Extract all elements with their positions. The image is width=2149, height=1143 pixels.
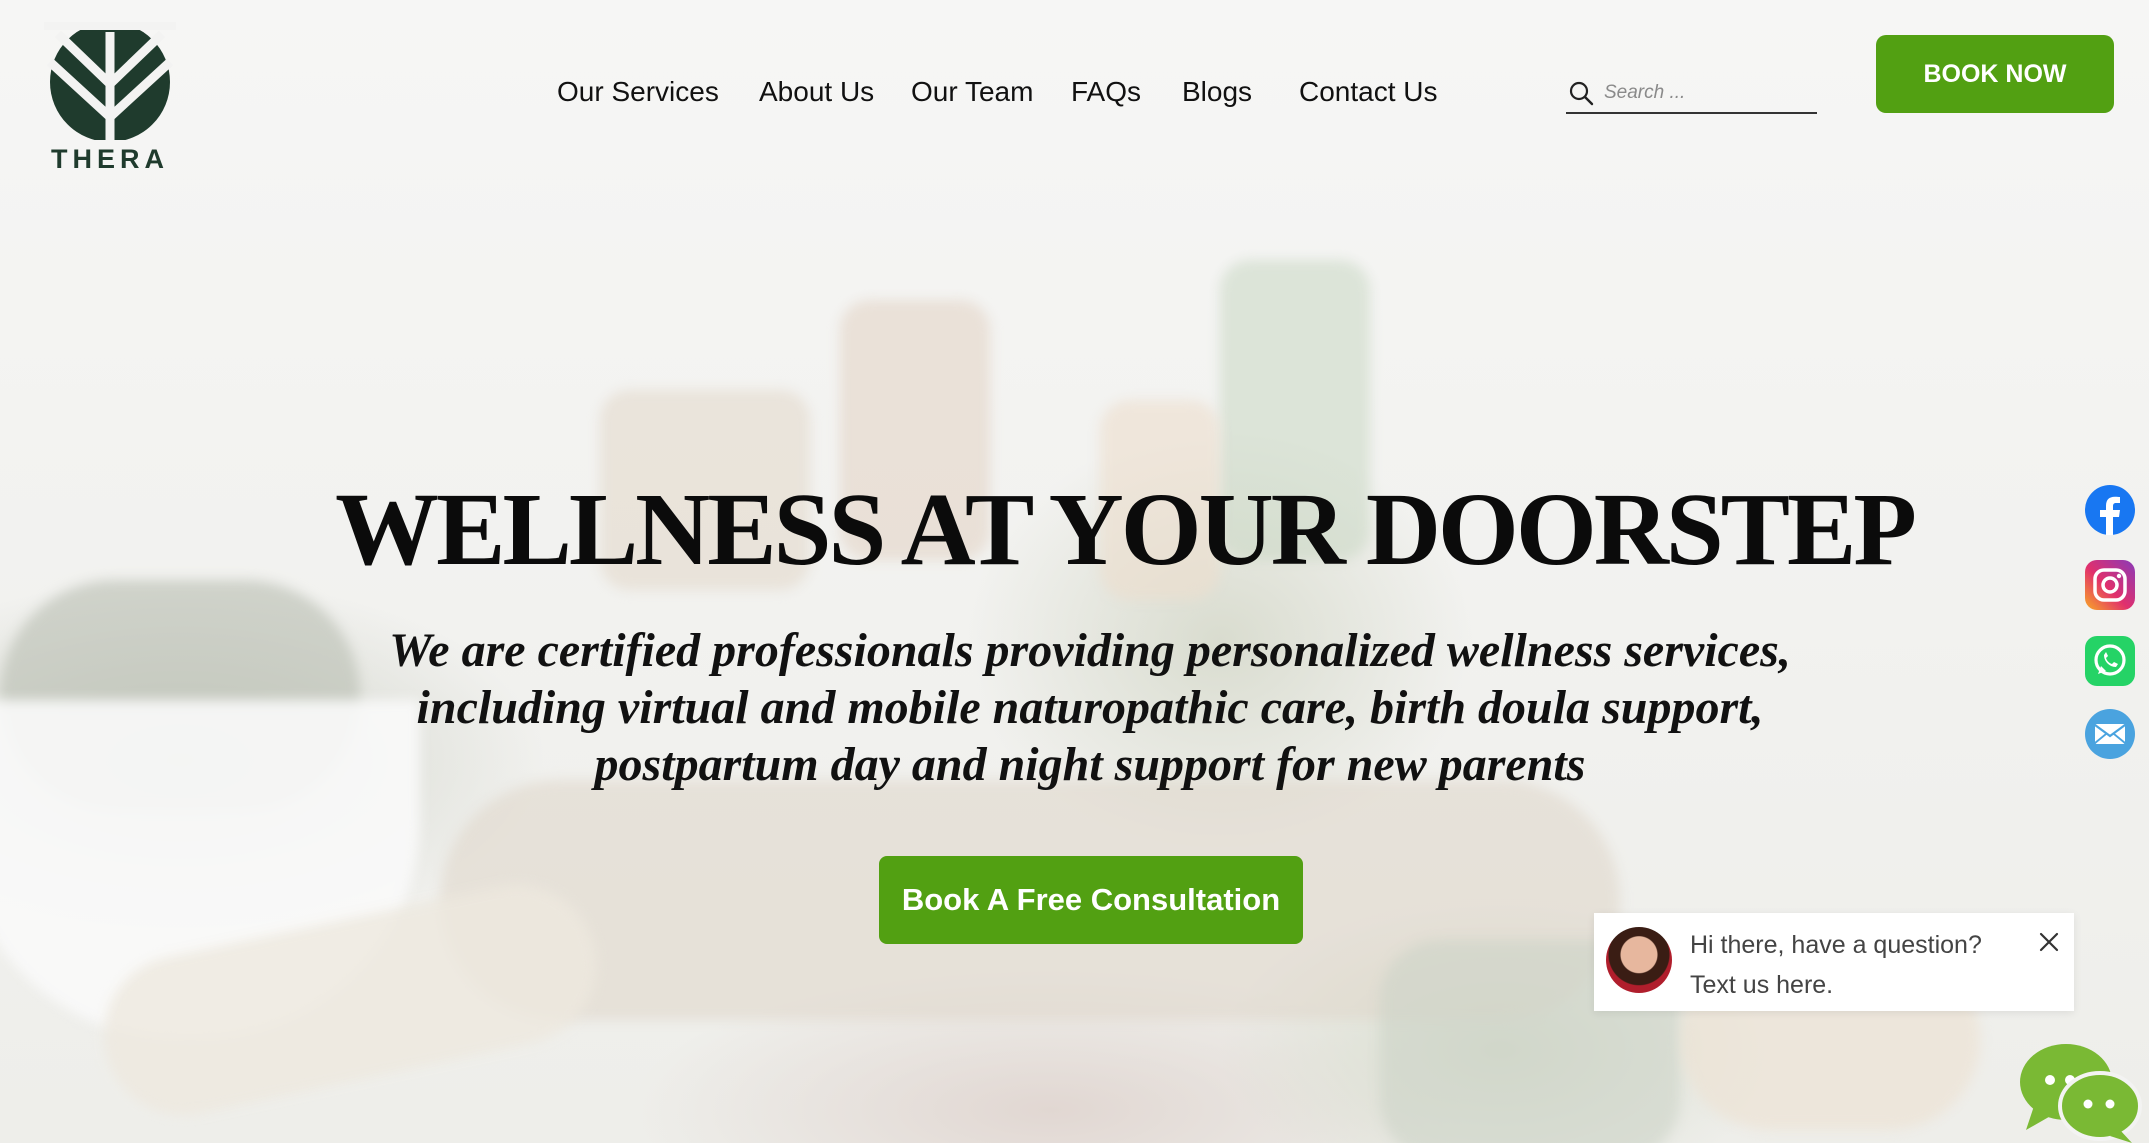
chat-popup[interactable]: Hi there, have a question? Text us here. <box>1594 913 2074 1011</box>
facebook-icon[interactable] <box>2084 484 2136 536</box>
nav-our-services[interactable]: Our Services <box>557 76 719 108</box>
hero-subtitle: We are certified professionals providing… <box>320 622 1860 793</box>
search-icon[interactable] <box>1568 80 1594 111</box>
nav-blogs[interactable]: Blogs <box>1182 76 1252 108</box>
nav-contact-us[interactable]: Contact Us <box>1299 76 1438 108</box>
hero-subtitle-line: We are certified professionals providing… <box>389 624 1791 677</box>
chat-message-line: Hi there, have a question? <box>1690 931 1982 959</box>
leaf-logo-icon <box>44 22 176 140</box>
page: THERA Our Services About Us Our Team FAQ… <box>0 0 2149 1143</box>
email-icon[interactable] <box>2084 708 2136 760</box>
hero-subtitle-line: postpartum day and night support for new… <box>594 738 1586 791</box>
chat-bubbles-icon[interactable] <box>2014 1040 2144 1143</box>
search-bar <box>1566 78 1817 114</box>
book-free-consultation-button[interactable]: Book A Free Consultation <box>879 856 1303 944</box>
nav-faqs[interactable]: FAQs <box>1071 76 1141 108</box>
instagram-icon[interactable] <box>2084 559 2136 611</box>
nav-our-team[interactable]: Our Team <box>911 76 1033 108</box>
hero-title: WELLNESS AT YOUR DOORSTEP <box>335 472 1917 587</box>
thera-logo[interactable]: THERA <box>40 22 180 174</box>
book-now-button[interactable]: BOOK NOW <box>1876 35 2114 113</box>
whatsapp-icon[interactable] <box>2084 635 2136 687</box>
chat-message: Hi there, have a question? Text us here. <box>1690 925 1982 1005</box>
hero-subtitle-line: including virtual and mobile naturopathi… <box>416 681 1764 734</box>
chat-message-line: Text us here. <box>1690 971 1834 999</box>
nav-about-us[interactable]: About Us <box>759 76 874 108</box>
search-input[interactable] <box>1604 78 1809 108</box>
avatar <box>1606 927 1672 993</box>
close-icon[interactable] <box>2038 931 2060 958</box>
logo-wordmark: THERA <box>51 144 169 174</box>
